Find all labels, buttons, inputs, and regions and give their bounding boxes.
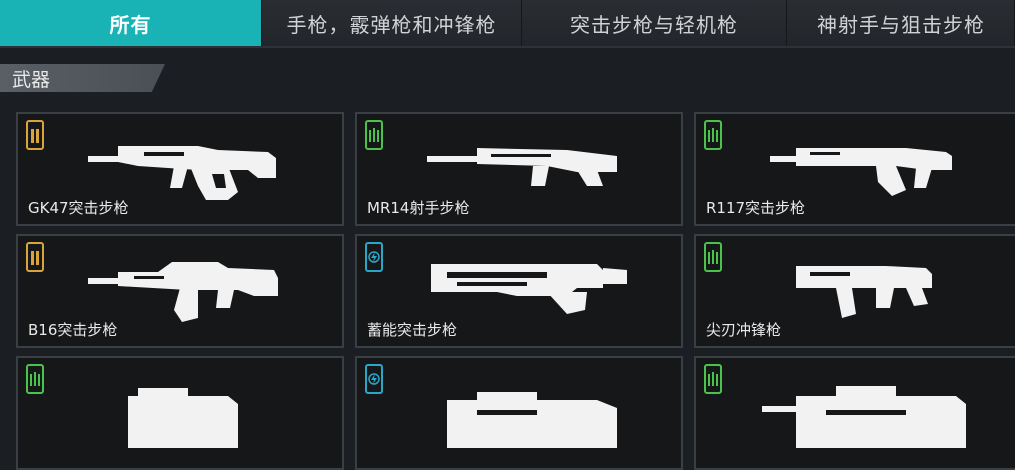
weapon-card[interactable]: R117突击步枪 <box>694 112 1015 226</box>
weapon-card[interactable]: 尖刃冲锋枪 <box>694 234 1015 348</box>
weapon-card[interactable]: GK47突击步枪 <box>16 112 344 226</box>
light-ammo-icon <box>704 120 722 150</box>
energy-ammo-icon <box>365 364 383 394</box>
tab-assault-rifles-lmgs[interactable]: 突击步枪与轻机枪 <box>522 0 787 46</box>
section-header-weapons: 武器 <box>0 64 165 92</box>
weapon-card[interactable] <box>355 356 683 470</box>
light-ammo-icon <box>704 364 722 394</box>
assault-rifle-icon <box>770 148 952 196</box>
heavy-ammo-icon <box>26 120 44 150</box>
weapon-card[interactable] <box>694 356 1015 470</box>
energy-smg-icon <box>447 392 617 448</box>
weapon-name: R117突击步枪 <box>706 199 806 217</box>
weapon-card[interactable] <box>16 356 344 470</box>
tab-pistols-shotguns-smgs[interactable]: 手枪，霰弹枪和冲锋枪 <box>262 0 522 46</box>
weapon-category-tabs: 所有 手枪，霰弹枪和冲锋枪 突击步枪与轻机枪 神射手与狙击步枪 <box>0 0 1015 48</box>
energy-ammo-icon <box>365 242 383 272</box>
heavy-ammo-icon <box>26 242 44 272</box>
weapon-name: B16突击步枪 <box>28 321 118 339</box>
weapon-card[interactable]: B16突击步枪 <box>16 234 344 348</box>
weapon-name: GK47突击步枪 <box>28 199 129 217</box>
light-ammo-icon <box>704 242 722 272</box>
weapon-card[interactable]: MR14射手步枪 <box>355 112 683 226</box>
light-ammo-icon <box>26 364 44 394</box>
weapon-name: 尖刃冲锋枪 <box>706 321 782 339</box>
light-ammo-icon <box>365 120 383 150</box>
weapon-name: 蓄能突击步枪 <box>367 321 458 339</box>
assault-rifle-icon <box>88 262 278 322</box>
weapon-card[interactable]: 蓄能突击步枪 <box>355 234 683 348</box>
marksman-rifle-icon <box>427 148 617 186</box>
light-machine-gun-icon <box>762 386 966 448</box>
assault-rifle-icon <box>88 146 276 200</box>
tab-marksman-snipers[interactable]: 神射手与狙击步枪 <box>787 0 1015 46</box>
smg-icon <box>796 266 932 318</box>
smg-icon <box>128 388 238 448</box>
energy-rifle-icon <box>431 264 627 314</box>
weapon-name: MR14射手步枪 <box>367 199 470 217</box>
tab-all[interactable]: 所有 <box>0 0 262 46</box>
